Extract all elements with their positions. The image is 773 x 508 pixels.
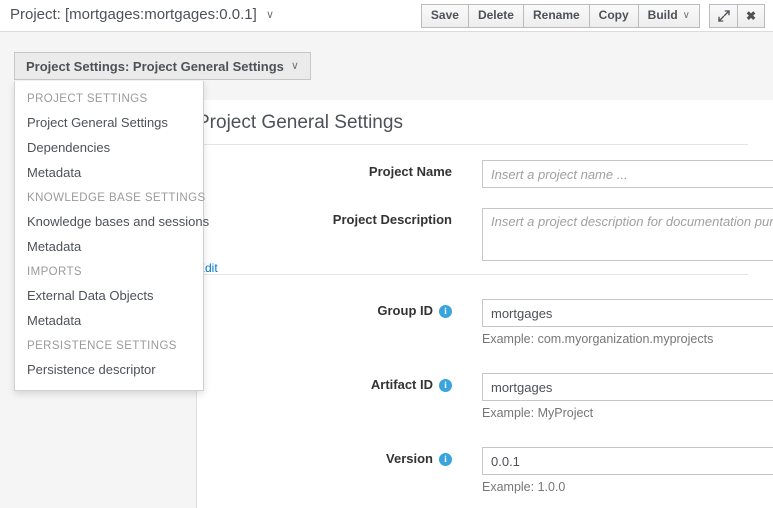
copy-button[interactable]: Copy xyxy=(588,4,638,28)
chevron-down-icon: ∨ xyxy=(290,59,299,72)
version-hint: Example: 1.0.0 xyxy=(482,480,566,494)
expand-button[interactable] xyxy=(709,4,737,28)
perspective-selector-button[interactable]: Project Settings: Project General Settin… xyxy=(14,52,311,80)
menu-item-knowledge-bases-and-sessions[interactable]: Knowledge bases and sessions xyxy=(15,209,209,234)
version-input[interactable] xyxy=(482,447,773,475)
chevron-down-icon: ∨ xyxy=(682,10,690,21)
menu-group-header-knowledge-base-settings: KNOWLEDGE BASE SETTINGS xyxy=(27,192,206,204)
group-id-label: Group ID i xyxy=(242,303,452,318)
title-bar: Project: [mortgages:mortgages:0.0.1] ∨ S… xyxy=(0,0,773,32)
toolbar: Save Delete Rename Copy Build ∨ ✖ xyxy=(420,4,765,28)
group-id-input[interactable] xyxy=(482,299,773,327)
settings-panel: Project General Settings Project Name Pr… xyxy=(196,100,773,508)
page-title: Project General Settings xyxy=(197,112,403,133)
close-button[interactable]: ✖ xyxy=(737,4,765,28)
menu-item-imports-metadata[interactable]: Metadata xyxy=(15,308,203,333)
rename-button[interactable]: Rename xyxy=(522,4,589,28)
artifact-id-label-text: Artifact ID xyxy=(370,377,433,392)
build-button-label: Build xyxy=(647,8,678,22)
project-name-label: Project Name xyxy=(368,164,452,179)
section-divider xyxy=(197,274,748,275)
menu-item-project-metadata[interactable]: Metadata xyxy=(15,160,203,185)
perspective-selector-label: Project Settings: Project General Settin… xyxy=(26,58,284,74)
chevron-down-icon[interactable]: ∨ xyxy=(266,8,274,21)
info-icon[interactable]: i xyxy=(439,305,452,318)
artifact-id-hint: Example: MyProject xyxy=(482,406,594,420)
menu-item-persistence-descriptor[interactable]: Persistence descriptor xyxy=(15,357,203,382)
version-label: Version i xyxy=(242,451,452,466)
info-icon[interactable]: i xyxy=(439,453,452,466)
window-button-group: ✖ xyxy=(709,4,765,28)
artifact-id-input[interactable] xyxy=(482,373,773,401)
app-root: Project General Settings Project Name Pr… xyxy=(0,0,773,508)
menu-group-header-imports: IMPORTS xyxy=(27,266,82,278)
group-id-hint: Example: com.myorganization.myprojects xyxy=(482,332,714,346)
menu-group-header-persistence-settings: PERSISTENCE SETTINGS xyxy=(27,340,177,352)
project-name-input[interactable] xyxy=(482,160,773,188)
menu-item-external-data-objects[interactable]: External Data Objects xyxy=(15,283,203,308)
title-divider xyxy=(197,144,748,145)
save-button[interactable]: Save xyxy=(420,4,468,28)
version-label-text: Version xyxy=(386,451,433,466)
menu-item-dependencies[interactable]: Dependencies xyxy=(15,135,203,160)
menu-item-project-general-settings[interactable]: Project General Settings xyxy=(15,110,203,135)
menu-item-knowledge-base-metadata[interactable]: Metadata xyxy=(15,234,203,259)
info-icon[interactable]: i xyxy=(439,379,452,392)
action-button-group: Save Delete Rename Copy Build ∨ xyxy=(420,4,700,28)
close-icon: ✖ xyxy=(745,9,757,23)
group-id-label-text: Group ID xyxy=(377,303,433,318)
perspective-dropdown-menu: PROJECT SETTINGS Project General Setting… xyxy=(14,81,209,391)
artifact-id-label: Artifact ID i xyxy=(242,377,452,392)
menu-group-header-project-settings: PROJECT SETTINGS xyxy=(27,93,148,105)
project-title-text: Project: [mortgages:mortgages:0.0.1] xyxy=(10,6,257,23)
project-description-textarea[interactable] xyxy=(482,208,773,261)
project-description-label: Project Description xyxy=(332,212,452,227)
expand-arrows-icon xyxy=(717,10,730,22)
build-button[interactable]: Build ∨ xyxy=(637,4,700,28)
project-title: Project: [mortgages:mortgages:0.0.1] ∨ xyxy=(10,6,274,23)
delete-button[interactable]: Delete xyxy=(467,4,523,28)
